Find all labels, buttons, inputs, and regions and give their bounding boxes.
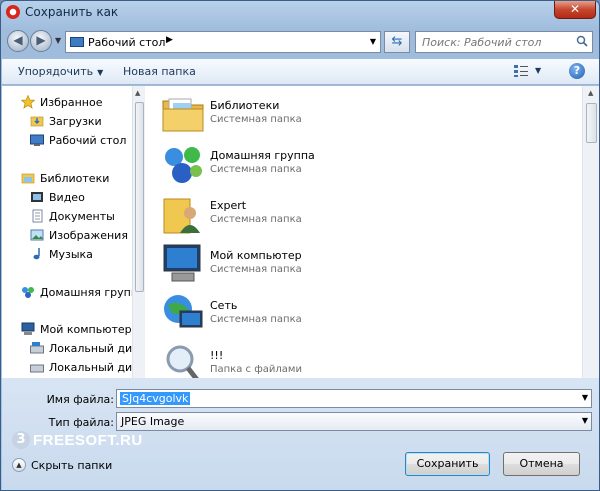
forward-button[interactable]: ▶ [30, 30, 52, 52]
file-type: Системная папка [210, 314, 302, 325]
scroll-up-icon[interactable]: ▲ [588, 89, 593, 97]
nav-label: Домашняя группа [40, 286, 132, 299]
filename-input[interactable]: SJq4cvgolvk ▼ [116, 389, 592, 408]
computer-icon [21, 322, 35, 335]
file-type: Системная папка [210, 164, 302, 175]
file-name: Expert [210, 199, 247, 212]
address-row: ◀ ▶ ▼ Рабочий стол ▶ ▼ ⇆ Поиск: Рабочий … [1, 27, 599, 55]
desktop-icon [30, 134, 44, 146]
watermark-number: 3 [12, 431, 30, 449]
list-item[interactable]: Expert Системная папка [160, 191, 460, 241]
file-type: Папка с файлами [210, 364, 302, 375]
chevron-down-icon[interactable]: ▼ [582, 393, 588, 402]
list-item[interactable]: Домашняя группа Системная папка [160, 141, 460, 191]
address-bar[interactable]: Рабочий стол ▶ ▼ [65, 31, 381, 53]
nav-label: Локальный диск [49, 342, 132, 355]
file-name: Библиотеки [210, 99, 280, 112]
network-icon [164, 295, 203, 328]
video-icon [31, 192, 43, 202]
hard-drive-icon [30, 364, 44, 373]
nav-label: Загрузки [49, 115, 102, 128]
view-dropdown-icon[interactable]: ▼ [535, 66, 541, 75]
file-type: Системная папка [210, 264, 302, 275]
downloads-folder-icon [30, 116, 44, 127]
scroll-up-icon[interactable]: ▲ [135, 89, 140, 97]
file-name: Мой компьютер [210, 249, 302, 262]
nav-label: Избранное [40, 96, 103, 109]
libraries-icon [21, 173, 35, 184]
new-folder-button[interactable]: Новая папка [123, 65, 196, 78]
star-icon [21, 95, 35, 109]
list-item[interactable]: !!! Папка с файлами [160, 341, 460, 378]
file-name: Домашняя группа [210, 149, 315, 162]
filetype-value: JPEG Image [121, 415, 185, 428]
list-item[interactable]: Мой компьютер Системная папка [160, 241, 460, 291]
refresh-button[interactable]: ⇆ [384, 31, 410, 53]
nav-label: Изображения [49, 229, 128, 242]
organize-button[interactable]: Упорядочить ▼ [18, 65, 103, 78]
nav-scrollbar[interactable]: ▲ [132, 86, 145, 378]
list-item[interactable]: Библиотеки Системная папка [160, 91, 460, 141]
nav-label: Локальный диск [49, 361, 132, 374]
images-icon [30, 229, 44, 241]
filetype-label: Тип файла: [48, 416, 114, 429]
window-title: Сохранить как [25, 5, 119, 19]
nav-label: Видео [49, 191, 85, 204]
search-icon[interactable] [576, 35, 588, 47]
libraries-folder-icon [162, 98, 204, 132]
close-button[interactable]: ✕ [554, 1, 596, 19]
scrollbar-thumb[interactable] [586, 103, 597, 143]
watermark: 3 FREESOFT.RU [12, 431, 142, 453]
filename-label: Имя файла: [46, 393, 114, 406]
magnifier-folder-icon [166, 345, 199, 378]
browser-area: Избранное Загрузки Рабочий стол Библиоте… [2, 86, 599, 378]
user-folder-icon [163, 198, 200, 234]
search-placeholder: Поиск: Рабочий стол [422, 36, 542, 49]
file-name: Сеть [210, 299, 238, 312]
homegroup-icon [165, 147, 202, 183]
hard-drive-icon [30, 342, 44, 354]
address-location[interactable]: Рабочий стол [88, 36, 165, 49]
nav-label: Рабочий стол [49, 134, 127, 147]
help-icon[interactable]: ? [569, 63, 585, 79]
command-bar: Упорядочить ▼ Новая папка ▼ ? [2, 59, 599, 85]
address-dropdown-icon[interactable]: ▼ [370, 37, 376, 46]
cancel-button[interactable]: Отмена [503, 452, 580, 476]
chevron-up-icon: ▲ [12, 458, 26, 472]
homegroup-icon [22, 287, 34, 298]
documents-icon [32, 209, 43, 223]
title-bar[interactable]: Сохранить как ✕ [1, 1, 599, 23]
music-icon [33, 248, 40, 260]
nav-label: Музыка [49, 248, 93, 261]
organize-label: Упорядочить [18, 65, 94, 78]
hide-folders-label: Скрыть папки [31, 459, 113, 472]
nav-label: Документы [49, 210, 115, 223]
filetype-select[interactable]: JPEG Image ▼ [116, 412, 592, 431]
navigation-pane[interactable]: Избранное Загрузки Рабочий стол Библиоте… [2, 86, 132, 378]
back-button[interactable]: ◀ [7, 30, 29, 52]
file-type: Системная папка [210, 214, 302, 225]
chevron-down-icon[interactable]: ▼ [582, 416, 588, 425]
desktop-icon [70, 37, 84, 47]
watermark-text: FREESOFT.RU [33, 432, 143, 449]
chevron-down-icon: ▼ [97, 68, 104, 77]
history-dropdown-icon[interactable]: ▼ [55, 36, 61, 45]
nav-scrollbar-thumb[interactable] [135, 102, 144, 292]
file-list-scrollbar[interactable]: ▲ [582, 86, 599, 378]
list-item[interactable]: Сеть Системная папка [160, 291, 460, 341]
nav-label: Мой компьютер [40, 323, 132, 336]
save-button[interactable]: Сохранить [405, 452, 490, 476]
save-form: Имя файла: SJq4cvgolvk ▼ Тип файла: JPEG… [2, 378, 599, 490]
file-name: !!! [210, 349, 224, 362]
search-input[interactable]: Поиск: Рабочий стол [415, 31, 593, 53]
nav-label: Библиотеки [40, 172, 110, 185]
view-options-icon[interactable] [513, 64, 529, 78]
save-as-dialog: Сохранить как ✕ ◀ ▶ ▼ Рабочий стол ▶ ▼ ⇆… [0, 0, 600, 491]
computer-icon [163, 244, 201, 282]
filename-value[interactable]: SJq4cvgolvk [120, 392, 191, 405]
file-type: Системная папка [210, 114, 302, 125]
opera-icon [6, 5, 20, 19]
file-list[interactable]: Библиотеки Системная папка Домашняя груп… [150, 86, 582, 378]
breadcrumb-arrow-icon[interactable]: ▶ [166, 35, 173, 45]
